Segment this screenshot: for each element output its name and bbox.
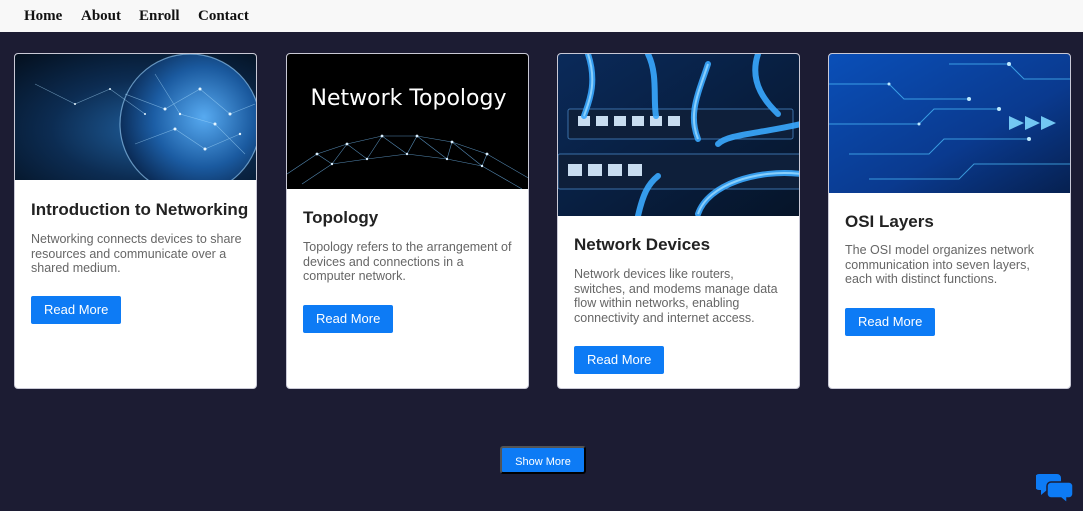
read-more-button[interactable]: Read More (574, 346, 665, 374)
card-description: Networking connects devices to share res… (31, 232, 242, 275)
read-more-button[interactable]: Read More (303, 305, 394, 333)
nav-about-link[interactable]: About (81, 8, 121, 25)
circuit-arrow-image (829, 54, 1070, 193)
course-card-network-devices: Network Devices Network devices like rou… (557, 53, 800, 389)
course-card-networking: Introduction to Networking Networking co… (14, 53, 257, 389)
course-card-osi-layers: OSI Layers The OSI model organizes netwo… (828, 53, 1071, 389)
network-switch-cables-image (558, 54, 799, 216)
read-more-button[interactable]: Read More (31, 296, 122, 324)
card-title: OSI Layers (845, 212, 934, 231)
card-description: Network devices like routers, switches, … (574, 267, 778, 325)
nav-home-link[interactable]: Home (24, 8, 62, 25)
show-more-button[interactable]: Show More (500, 446, 586, 474)
card-title: Network Devices (574, 235, 711, 254)
globe-network-image (15, 54, 256, 180)
nav-enroll-link[interactable]: Enroll (139, 8, 180, 25)
read-more-button[interactable]: Read More (845, 308, 936, 336)
card-description: Topology refers to the arrangement of de… (303, 240, 512, 283)
network-topology-image: Network Topology (287, 54, 528, 189)
card-title: Introduction to Networking (31, 200, 249, 219)
course-card-topology: Network Topology Topology Topology refer… (286, 53, 529, 389)
image-caption: Network Topology (310, 86, 507, 111)
top-navbar: Home About Enroll Contact (0, 0, 1083, 32)
card-title: Topology (303, 208, 379, 227)
chat-bubbles-icon[interactable] (1035, 470, 1074, 505)
nav-contact-link[interactable]: Contact (198, 8, 249, 25)
card-description: The OSI model organizes network communic… (845, 243, 1034, 286)
